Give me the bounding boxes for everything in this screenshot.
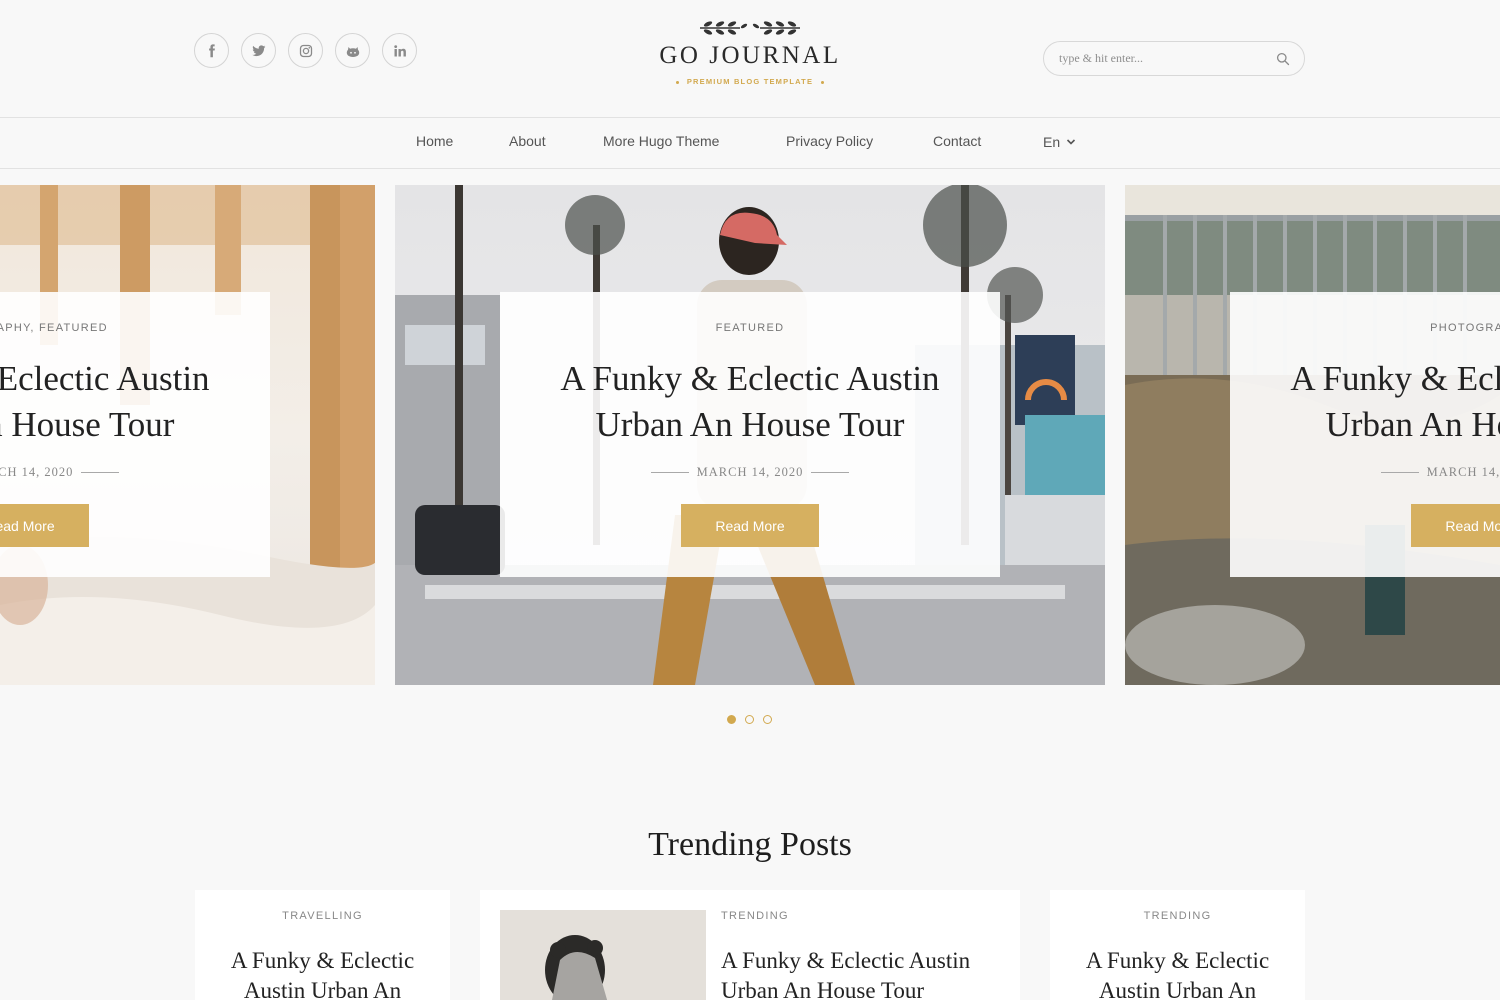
trending-card: TRAVELLING A Funky & Eclectic Austin Urb…: [195, 890, 450, 1000]
site-header: GO JOURNAL PREMIUM BLOG TEMPLATE: [0, 0, 1500, 118]
slide-date: MARCH 14, 2020: [0, 465, 74, 479]
twitter-icon[interactable]: [241, 33, 276, 68]
slide-category[interactable]: PHOTOGRAPHY: [1230, 322, 1500, 334]
post-title[interactable]: A Funky & Eclectic Austin Urban An: [215, 946, 430, 1000]
trending-card: TRENDING A Funky & Eclectic Austin Urban…: [1050, 890, 1305, 1000]
slide-beach: PHOTOGRAPHY, FEATURED A Funky & Eclectic…: [0, 185, 375, 685]
slide-title[interactable]: A Funky & Eclectic Austin Urban An House…: [0, 356, 240, 448]
slide-card: PHOTOGRAPHY, FEATURED A Funky & Eclectic…: [0, 292, 270, 577]
slide-category[interactable]: FEATURED: [500, 322, 1000, 334]
slider-dot[interactable]: [763, 715, 772, 724]
slide-title[interactable]: A Funky & Eclectic Austin Urban An House…: [1260, 356, 1500, 448]
slide-park: PHOTOGRAPHY A Funky & Eclectic Austin Ur…: [1125, 185, 1500, 685]
instagram-icon[interactable]: [288, 33, 323, 68]
social-links: [194, 33, 417, 68]
nav-item-home[interactable]: Home: [416, 133, 453, 149]
slide-date: MARCH 14, 2020: [696, 465, 804, 479]
nav-item-contact[interactable]: Contact: [933, 133, 981, 149]
linkedin-icon[interactable]: [382, 33, 417, 68]
post-category[interactable]: TRAVELLING: [195, 910, 450, 922]
laurel-icon: [650, 18, 850, 40]
search-input[interactable]: [1044, 42, 1254, 75]
nav-item-more-hugo-theme[interactable]: More Hugo Theme: [603, 133, 719, 149]
post-thumbnail[interactable]: [500, 910, 706, 1000]
slide-card: PHOTOGRAPHY A Funky & Eclectic Austin Ur…: [1230, 292, 1500, 577]
post-category[interactable]: TRENDING: [1050, 910, 1305, 922]
slider-dot[interactable]: [727, 715, 736, 724]
logo-tagline: PREMIUM BLOG TEMPLATE: [650, 77, 850, 86]
language-select[interactable]: En: [1043, 134, 1076, 150]
read-more-button[interactable]: Read More: [0, 504, 89, 547]
trending-card: TRENDING A Funky & Eclectic Austin Urban…: [480, 890, 1020, 1000]
nav-item-about[interactable]: About: [509, 133, 546, 149]
slide-date-row: MARCH 14, 2020: [0, 465, 270, 480]
slide-category[interactable]: PHOTOGRAPHY, FEATURED: [0, 322, 270, 334]
slide-card: FEATURED A Funky & Eclectic Austin Urban…: [500, 292, 1000, 577]
read-more-button[interactable]: Read More: [1411, 504, 1500, 547]
search-icon[interactable]: [1276, 52, 1290, 66]
chevron-down-icon: [1067, 139, 1076, 145]
site-logo[interactable]: GO JOURNAL PREMIUM BLOG TEMPLATE: [650, 18, 850, 86]
slider-dot[interactable]: [745, 715, 754, 724]
main-nav: Home About More Hugo Theme Privacy Polic…: [0, 118, 1500, 169]
slide-date-row: MARCH 14, 2020: [1230, 465, 1500, 480]
nav-item-privacy-policy[interactable]: Privacy Policy: [786, 133, 873, 149]
slider-dots: [727, 715, 772, 724]
read-more-button[interactable]: Read More: [681, 504, 819, 547]
language-label: En: [1043, 134, 1061, 150]
github-icon[interactable]: [335, 33, 370, 68]
search-box: [1043, 41, 1305, 76]
slide-date-row: MARCH 14, 2020: [500, 465, 1000, 480]
logo-title: GO JOURNAL: [659, 42, 841, 69]
post-title[interactable]: A Funky & Eclectic Austin Urban An: [1070, 946, 1285, 1000]
slide-title[interactable]: A Funky & Eclectic Austin Urban An House…: [530, 356, 970, 448]
slide-street: FEATURED A Funky & Eclectic Austin Urban…: [395, 185, 1105, 685]
section-title: Trending Posts: [648, 826, 852, 863]
slide-date: MARCH 14, 2020: [1426, 465, 1500, 479]
post-category[interactable]: TRENDING: [721, 910, 789, 922]
facebook-icon[interactable]: [194, 33, 229, 68]
post-title[interactable]: A Funky & Eclectic Austin Urban An House…: [721, 946, 1000, 1000]
